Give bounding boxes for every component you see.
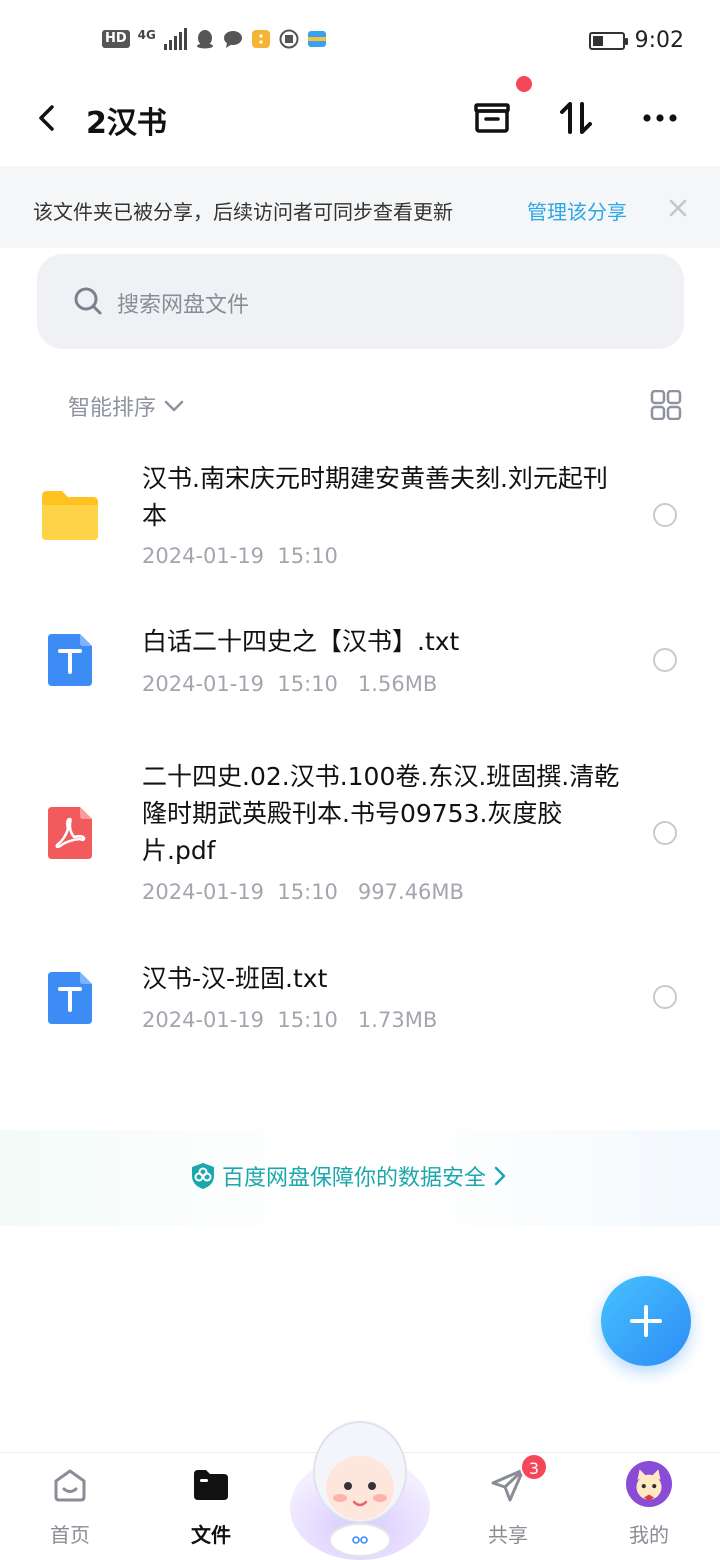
file-name: 白话二十四史之【汉书】.txt xyxy=(142,627,460,656)
nav-me[interactable]: 我的 xyxy=(599,1453,699,1560)
status-icons-right: 9:02 xyxy=(588,28,684,53)
battery-icon xyxy=(588,31,628,50)
page-title: 2汉书 xyxy=(86,106,167,141)
file-name: 汉书.南宋庆元时期建安黄善夫刻.刘元起刊本 xyxy=(142,464,608,530)
nav-home[interactable]: 首页 xyxy=(20,1453,120,1560)
search-placeholder: 搜索网盘文件 xyxy=(117,293,250,318)
file-list-item[interactable]: 白话二十四史之【汉书】.txt 2024-01-19 15:10 1.56MB xyxy=(0,610,720,720)
nav-home-label: 首页 xyxy=(50,1523,90,1547)
file-meta: 2024-01-19 15:10 1.73MB xyxy=(142,1008,438,1032)
file-list-item[interactable]: 二十四史.02.汉书.100卷.东汉.班固撰.清乾隆时期武英殿刊本.书号0975… xyxy=(0,755,720,915)
home-icon xyxy=(54,1469,86,1502)
plus-icon xyxy=(630,1305,662,1337)
data-safety-banner: 百度网盘保障你的数据安全 xyxy=(0,1130,720,1226)
app-icon xyxy=(251,30,270,48)
status-bar: HD 4G 9:02 xyxy=(0,0,720,84)
notification-dot xyxy=(516,76,532,92)
signal-icon xyxy=(163,28,187,50)
sort-label: 智能排序 xyxy=(68,396,157,421)
nav-files-label: 文件 xyxy=(191,1523,231,1547)
data-safety-text: 百度网盘保障你的数据安全 xyxy=(222,1166,487,1191)
share-notice-bar: 该文件夹已被分享，后续访问者可同步查看更新 管理该分享 xyxy=(0,166,720,248)
pdf-file-icon xyxy=(48,807,92,859)
archive-icon[interactable] xyxy=(468,94,516,142)
file-meta: 2024-01-19 15:10 1.56MB xyxy=(142,672,438,696)
security-shield-icon xyxy=(192,1163,214,1189)
folder-nav-icon xyxy=(194,1470,228,1500)
chevron-right-icon xyxy=(494,1166,506,1186)
sort-dropdown[interactable]: 智能排序 xyxy=(68,390,186,422)
avatar xyxy=(626,1461,672,1507)
grid-view-icon[interactable] xyxy=(650,390,682,420)
more-icon[interactable] xyxy=(636,94,684,142)
txt-file-icon xyxy=(48,972,92,1024)
search-input[interactable]: 搜索网盘文件 xyxy=(37,254,684,349)
search-icon xyxy=(74,287,102,315)
network-label: 4G xyxy=(137,28,156,42)
select-radio[interactable] xyxy=(653,648,677,672)
select-radio[interactable] xyxy=(653,821,677,845)
txt-file-icon xyxy=(48,634,92,686)
shield-app-icon xyxy=(279,29,299,49)
file-name: 汉书-汉-班固.txt xyxy=(142,964,328,993)
status-icons-left: HD 4G xyxy=(102,28,327,50)
app-header: 2汉书 xyxy=(0,76,720,164)
back-icon[interactable] xyxy=(30,100,66,136)
file-name: 二十四史.02.汉书.100卷.东汉.班固撰.清乾隆时期武英殿刊本.书号0975… xyxy=(142,762,620,865)
nav-share[interactable]: 3 共享 xyxy=(458,1453,558,1560)
clock: 9:02 xyxy=(634,28,684,53)
folder-icon xyxy=(42,491,98,540)
manage-share-link[interactable]: 管理该分享 xyxy=(527,196,627,225)
share-notice-text: 该文件夹已被分享，后续访问者可同步查看更新 xyxy=(33,200,453,224)
data-safety-link[interactable]: 百度网盘保障你的数据安全 xyxy=(190,1160,508,1192)
select-radio[interactable] xyxy=(653,503,677,527)
select-radio[interactable] xyxy=(653,985,677,1009)
qq-icon xyxy=(196,30,213,49)
file-meta: 2024-01-19 15:10 xyxy=(142,544,338,568)
sort-icon[interactable] xyxy=(552,94,600,142)
file-list-item[interactable]: 汉书-汉-班固.txt 2024-01-19 15:10 1.73MB xyxy=(0,948,720,1058)
file-list-item[interactable]: 汉书.南宋庆元时期建安黄善夫刻.刘元起刊本 2024-01-19 15:10 xyxy=(0,450,720,590)
wallet-icon xyxy=(307,31,326,47)
share-badge: 3 xyxy=(520,1453,548,1481)
mascot-assistant[interactable] xyxy=(288,1410,432,1560)
close-icon[interactable] xyxy=(666,196,690,220)
add-button[interactable] xyxy=(601,1276,691,1366)
nav-files[interactable]: 文件 xyxy=(161,1453,261,1560)
nav-me-label: 我的 xyxy=(629,1523,669,1547)
chat-icon xyxy=(223,31,242,48)
hd-label: HD xyxy=(102,30,130,48)
chevron-down-icon xyxy=(164,400,184,412)
nav-share-label: 共享 xyxy=(488,1523,528,1547)
file-meta: 2024-01-19 15:10 997.46MB xyxy=(142,880,464,904)
